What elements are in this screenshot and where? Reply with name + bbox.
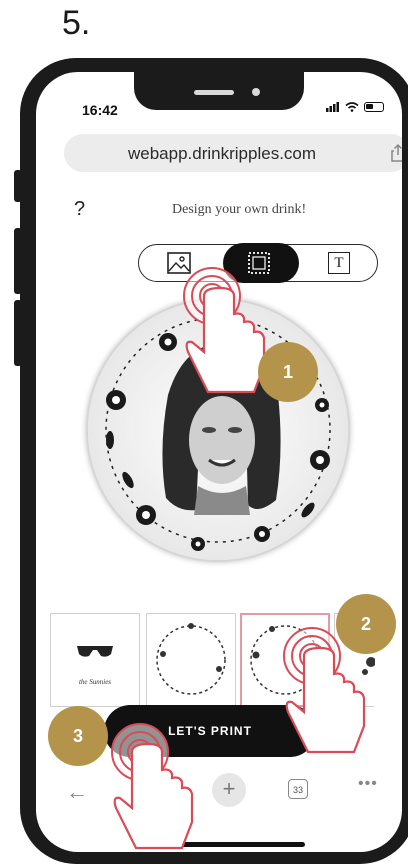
page-title: Design your own drink! <box>172 202 307 217</box>
thumbnail-wreath-1[interactable] <box>146 613 236 707</box>
thumbnail-caption: the Sunnies <box>78 678 112 686</box>
url-text: webapp.drinkripples.com <box>128 144 317 163</box>
phone-volume-down <box>14 300 22 366</box>
signal-icon <box>326 102 339 112</box>
status-time: 16:42 <box>82 102 118 118</box>
browser-toolbar: ← + 33 ••• <box>36 765 402 821</box>
url-bar[interactable]: webapp.drinkripples.com <box>64 134 402 172</box>
tab-text[interactable]: T <box>325 249 353 277</box>
help-icon[interactable]: ? <box>74 198 85 221</box>
battery-icon <box>364 102 384 112</box>
speaker <box>194 90 234 95</box>
camera <box>252 88 260 96</box>
share-icon[interactable] <box>388 143 402 163</box>
tap-hand-icon <box>111 723 194 850</box>
back-icon[interactable]: ← <box>66 779 88 805</box>
thumbnail-sunnies[interactable]: the Sunnies <box>50 613 140 707</box>
step-number: 5. <box>62 4 91 42</box>
wifi-icon <box>345 102 359 112</box>
step-badge-3: 3 <box>48 706 108 766</box>
status-icons <box>326 102 384 112</box>
text-icon: T <box>328 252 350 274</box>
step-badge-2: 2 <box>336 594 396 654</box>
notch <box>134 72 304 110</box>
phone-volume-up <box>14 228 22 294</box>
step-badge-1: 1 <box>258 342 318 402</box>
tabs-button[interactable]: 33 <box>288 779 308 799</box>
sunglasses-icon <box>77 646 113 657</box>
new-tab-button[interactable]: + <box>212 773 246 807</box>
wreath-icon <box>156 623 226 695</box>
phone-side-button <box>14 170 22 202</box>
more-icon[interactable]: ••• <box>358 775 378 793</box>
